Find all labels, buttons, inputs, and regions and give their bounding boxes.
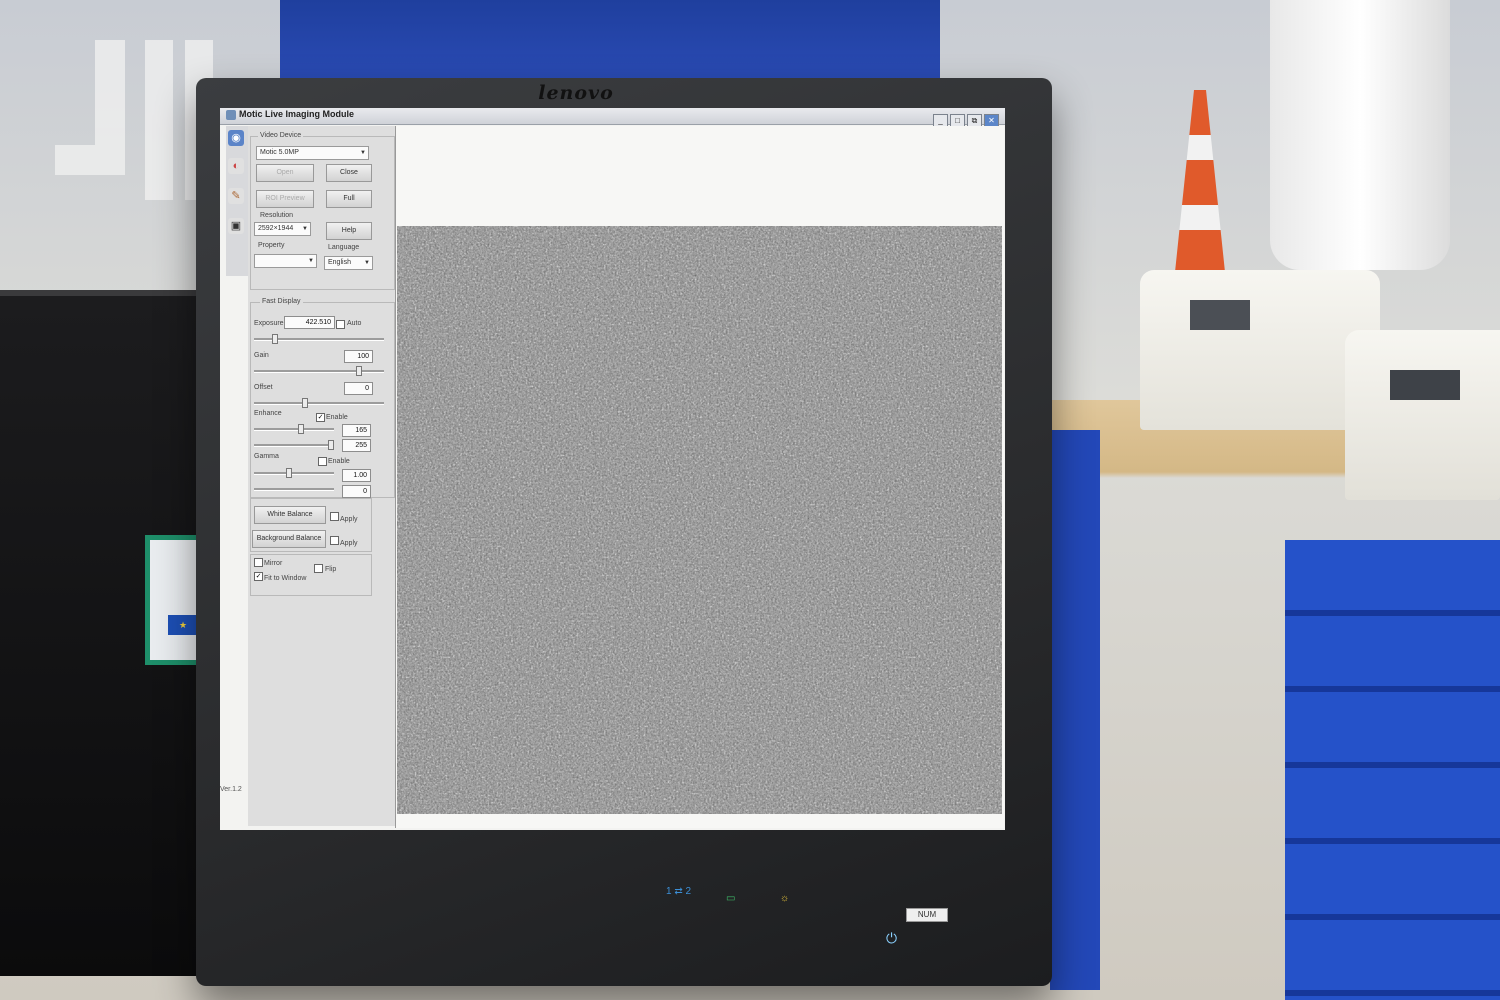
white-balance-apply-checkbox[interactable] xyxy=(330,512,339,521)
window-title: Motic Live Imaging Module xyxy=(239,109,355,119)
gamma-enable-label: Enable xyxy=(328,458,350,465)
color-tool-icon[interactable]: ◐ xyxy=(228,158,244,174)
image-viewer xyxy=(395,126,1004,828)
enhance-low-thumb[interactable] xyxy=(298,424,304,434)
fast-display-group xyxy=(250,302,395,498)
video-device-label: Video Device xyxy=(258,132,304,139)
enhance-low-slider[interactable] xyxy=(254,428,334,431)
enhance-high-thumb[interactable] xyxy=(328,440,334,450)
gain-slider-track[interactable] xyxy=(254,370,384,373)
background-hardness-tester-2 xyxy=(1345,330,1500,500)
exposure-slider-thumb[interactable] xyxy=(272,334,278,344)
num-lock-indicator: NUM xyxy=(906,908,948,922)
full-button[interactable]: Full xyxy=(326,190,372,208)
version-label: Ver.1.2 xyxy=(220,786,242,793)
input-switch-icon[interactable]: 1 ⇄ 2 xyxy=(666,886,691,897)
background-workbench-leg xyxy=(1050,430,1100,990)
brightness-icon[interactable]: ☼ xyxy=(780,893,789,904)
chevron-down-icon: ▼ xyxy=(308,258,314,264)
chevron-down-icon: ▼ xyxy=(360,150,366,156)
language-select[interactable]: English ▼ xyxy=(324,256,373,270)
watermark-logo xyxy=(55,35,215,205)
background-microscope xyxy=(1270,0,1450,270)
tool-strip: ◉ ◐ ✎ ▣ xyxy=(226,126,249,276)
enhance-low-field[interactable]: 165 xyxy=(342,424,371,437)
property-select[interactable]: ▼ xyxy=(254,254,317,268)
screen: Motic Live Imaging Module _ □ ⧉ ✕ ◉ ◐ ✎ ▣ V… xyxy=(220,108,1005,830)
chevron-down-icon: ▼ xyxy=(364,260,370,266)
enhance-label: Enhance xyxy=(254,410,282,417)
enhance-enable-checkbox[interactable]: ✓ xyxy=(316,413,325,422)
resolution-value: 2592×1944 xyxy=(258,225,294,232)
white-balance-button[interactable]: White Balance xyxy=(254,506,326,524)
mirror-label: Mirror xyxy=(264,560,283,567)
display-icon[interactable]: ▭ xyxy=(726,893,735,904)
background-balance-button[interactable]: Background Balance xyxy=(252,530,326,548)
microscope-image xyxy=(397,226,1002,814)
flip-checkbox[interactable] xyxy=(314,564,323,573)
enhance-enable-label: Enable xyxy=(326,414,348,421)
open-button[interactable]: Open xyxy=(256,164,314,182)
gain-field[interactable]: 100 xyxy=(344,350,373,363)
fast-display-label: Fast Display xyxy=(260,298,303,305)
language-label: Language xyxy=(326,244,362,251)
window-titlebar: Motic Live Imaging Module _ □ ⧉ ✕ xyxy=(220,108,1005,127)
chevron-down-icon: ▼ xyxy=(302,226,308,232)
auto-checkbox[interactable] xyxy=(336,320,345,329)
offset-slider-thumb[interactable] xyxy=(302,398,308,408)
background-blue-cabinet xyxy=(280,0,940,80)
brush-tool-icon[interactable]: ✎ xyxy=(228,188,244,204)
enhance-high-slider[interactable] xyxy=(254,444,334,447)
close-device-button[interactable]: Close xyxy=(326,164,372,182)
gamma-field[interactable]: 1.00 xyxy=(342,469,371,482)
capture-tool-icon[interactable]: ◉ xyxy=(228,130,244,146)
device-select-value: Motic 5.0MP xyxy=(260,149,299,156)
offset-field[interactable]: 0 xyxy=(344,382,373,395)
property-label: Property xyxy=(256,242,287,249)
camera-tool-icon[interactable]: ▣ xyxy=(228,218,244,234)
gamma-slider-thumb[interactable] xyxy=(286,468,292,478)
eu-flag-icon: ★ xyxy=(168,615,198,635)
auto-label: Auto xyxy=(347,320,362,327)
help-button[interactable]: Help xyxy=(326,222,372,240)
background-balance-apply-label: Apply xyxy=(340,540,358,547)
monitor-brand-logo: lenovo xyxy=(538,82,614,104)
resolution-select[interactable]: 2592×1944 ▼ xyxy=(254,222,311,236)
language-value: English xyxy=(328,259,351,266)
fit-to-window-label: Fit to Window xyxy=(264,575,307,582)
power-icon[interactable]: ⏻ xyxy=(886,930,897,947)
offset-label: Offset xyxy=(254,384,273,391)
app-icon xyxy=(226,110,236,120)
fit-to-window-checkbox[interactable]: ✓ xyxy=(254,572,263,581)
exposure-label: Exposure xyxy=(254,320,284,327)
gamma-slider[interactable] xyxy=(254,472,334,475)
flip-label: Flip xyxy=(325,566,337,573)
background-drawer-cabinet xyxy=(1285,540,1500,1000)
offset-slider-track[interactable] xyxy=(254,402,384,405)
gamma-extra-field[interactable]: 0 xyxy=(342,485,371,498)
background-hardness-tester xyxy=(1140,270,1380,430)
gamma-label: Gamma xyxy=(254,453,279,460)
mirror-checkbox[interactable] xyxy=(254,558,263,567)
gamma-enable-checkbox[interactable] xyxy=(318,457,327,466)
gain-label: Gain xyxy=(254,352,269,359)
device-select[interactable]: Motic 5.0MP ▼ xyxy=(256,146,369,160)
background-balance-apply-checkbox[interactable] xyxy=(330,536,339,545)
exposure-field[interactable]: 422.510 xyxy=(284,316,335,329)
white-balance-apply-label: Apply xyxy=(340,516,358,523)
gain-slider-thumb[interactable] xyxy=(356,366,362,376)
enhance-high-field[interactable]: 255 xyxy=(342,439,371,452)
control-panel: Video Device Motic 5.0MP ▼ Open Close ROI… xyxy=(248,126,397,826)
gamma-extra-slider[interactable] xyxy=(254,488,334,491)
roi-preview-button[interactable]: ROI Preview xyxy=(256,190,314,208)
resolution-label: Resolution xyxy=(258,212,296,219)
